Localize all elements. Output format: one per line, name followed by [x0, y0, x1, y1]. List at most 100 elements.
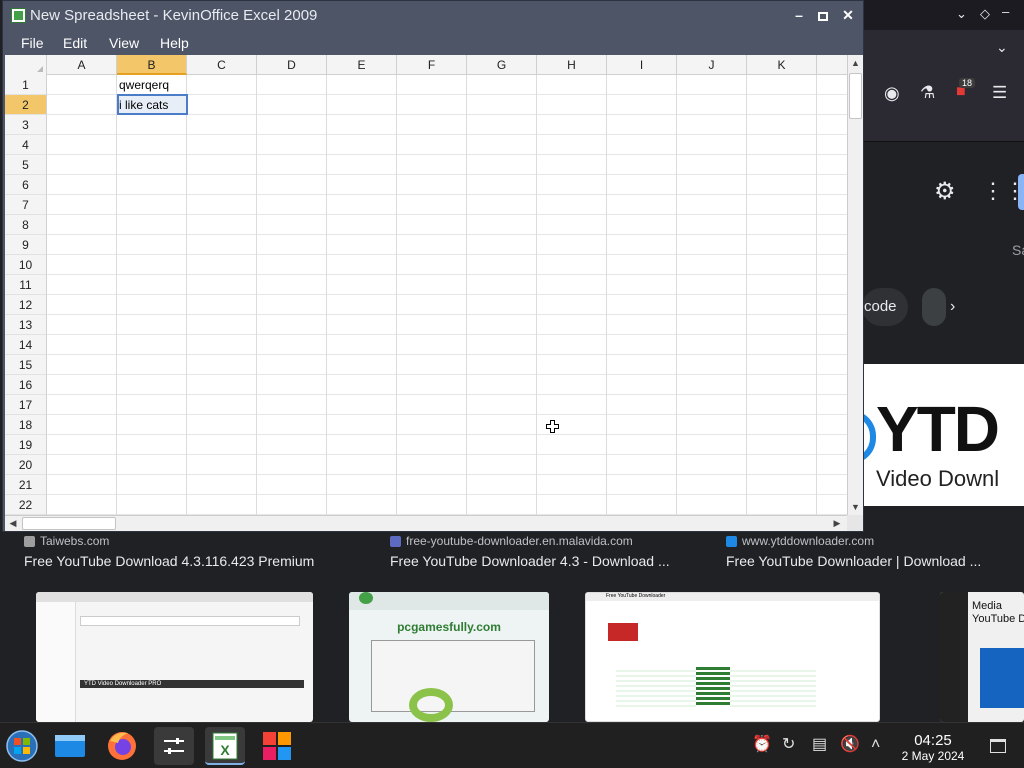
- minimize-button[interactable]: –: [788, 5, 810, 25]
- row-header-1[interactable]: 1: [5, 75, 47, 95]
- minimize-icon[interactable]: –: [1002, 5, 1009, 18]
- chevron-down-icon[interactable]: ⌄: [956, 7, 967, 20]
- settings-gear-icon[interactable]: ⚙: [934, 180, 956, 204]
- firefox-button[interactable]: [102, 727, 142, 765]
- row-header-13[interactable]: 13: [5, 315, 47, 335]
- filter-chip[interactable]: [922, 288, 946, 326]
- settings-app-button[interactable]: [154, 727, 194, 765]
- file-explorer-button[interactable]: [50, 727, 90, 765]
- result-title[interactable]: Free YouTube Download 4.3.116.423 Premiu…: [24, 553, 314, 569]
- cell-b2[interactable]: i like cats: [117, 95, 168, 115]
- result-source: Taiwebs.com: [40, 534, 110, 548]
- menu-edit[interactable]: Edit: [63, 35, 87, 51]
- column-header-f[interactable]: F: [397, 55, 467, 75]
- menu-help[interactable]: Help: [160, 35, 189, 51]
- row-header-9[interactable]: 9: [5, 235, 47, 255]
- clock-time[interactable]: 04:25: [898, 732, 968, 749]
- vertical-scrollbar[interactable]: ▲ ▼: [847, 55, 863, 515]
- tray-expand-icon[interactable]: ˄: [871, 737, 880, 753]
- volume-muted-icon[interactable]: 🔇: [840, 737, 860, 753]
- tab-list-chevron-icon[interactable]: ⌄: [996, 40, 1008, 54]
- scroll-left-arrow-icon[interactable]: ◀: [5, 516, 21, 531]
- update-icon[interactable]: ↻: [782, 737, 795, 753]
- row-header-11[interactable]: 11: [5, 275, 47, 295]
- column-header-h[interactable]: H: [537, 55, 607, 75]
- result-title[interactable]: Free YouTube Downloader | Download ...: [726, 553, 981, 569]
- ytd-banner-image[interactable]: YTD Video Downl: [864, 364, 1024, 506]
- show-desktop-icon[interactable]: [990, 739, 1006, 753]
- chevron-right-icon[interactable]: ›: [950, 298, 955, 316]
- column-header-k[interactable]: K: [747, 55, 817, 75]
- row-header-20[interactable]: 20: [5, 455, 47, 475]
- spreadsheet-icon: X: [212, 732, 238, 760]
- windows-orb-icon: [6, 730, 38, 762]
- menu-icon[interactable]: ☰: [992, 84, 1007, 101]
- select-all-corner[interactable]: [5, 55, 47, 75]
- column-header-a[interactable]: A: [47, 55, 117, 75]
- sign-in-button-edge[interactable]: [1018, 174, 1024, 210]
- search-result-3[interactable]: www.ytddownloader.com Free YouTube Downl…: [726, 532, 981, 569]
- vertical-scroll-thumb[interactable]: [849, 73, 862, 119]
- result-thumbnail-2[interactable]: pcgamesfully.com: [349, 592, 549, 722]
- row-header-17[interactable]: 17: [5, 395, 47, 415]
- cells-area[interactable]: qwerqerq i like cats: [47, 75, 847, 515]
- search-tab-partial[interactable]: Sa: [1012, 242, 1024, 258]
- row-header-15[interactable]: 15: [5, 355, 47, 375]
- scroll-up-arrow-icon[interactable]: ▲: [848, 55, 863, 71]
- close-button[interactable]: ✕: [837, 5, 859, 25]
- row-header-14[interactable]: 14: [5, 335, 47, 355]
- alarm-icon[interactable]: ⏰: [752, 737, 772, 753]
- column-header-j[interactable]: J: [677, 55, 747, 75]
- diamond-icon[interactable]: ◇: [980, 7, 990, 20]
- horizontal-scroll-thumb[interactable]: [22, 517, 116, 530]
- result-thumbnail-4[interactable]: Media YouTube D: [940, 592, 1024, 722]
- result-title[interactable]: Free YouTube Downloader 4.3 - Download .…: [390, 553, 670, 569]
- row-header-6[interactable]: 6: [5, 175, 47, 195]
- column-header-g[interactable]: G: [467, 55, 537, 75]
- row-header-19[interactable]: 19: [5, 435, 47, 455]
- row-header-3[interactable]: 3: [5, 115, 47, 135]
- row-header-10[interactable]: 10: [5, 255, 47, 275]
- search-result-1[interactable]: Taiwebs.com Free YouTube Download 4.3.11…: [24, 532, 314, 569]
- scrollbar-corner: [847, 515, 863, 531]
- column-header-c[interactable]: C: [187, 55, 257, 75]
- scroll-down-arrow-icon[interactable]: ▼: [848, 499, 863, 515]
- row-header-22[interactable]: 22: [5, 495, 47, 515]
- column-header-b[interactable]: B: [117, 55, 187, 75]
- search-result-2[interactable]: free-youtube-downloader.en.malavida.com …: [390, 532, 670, 569]
- apps-launcher-button[interactable]: [257, 727, 297, 765]
- column-header-e[interactable]: E: [327, 55, 397, 75]
- cell-b1[interactable]: qwerqerq: [117, 75, 169, 95]
- row-header-5[interactable]: 5: [5, 155, 47, 175]
- row-header-18[interactable]: 18: [5, 415, 47, 435]
- row-header-21[interactable]: 21: [5, 475, 47, 495]
- spreadsheet-taskbar-button[interactable]: X: [205, 727, 245, 765]
- spreadsheet-window[interactable]: New Spreadsheet - KevinOffice Excel 2009…: [2, 0, 864, 532]
- result-thumbnail-3[interactable]: Free YouTube Downloader: [585, 592, 880, 722]
- row-header-7[interactable]: 7: [5, 195, 47, 215]
- row-header-4[interactable]: 4: [5, 135, 47, 155]
- title-bar[interactable]: New Spreadsheet - KevinOffice Excel 2009…: [3, 1, 863, 30]
- spreadsheet-grid[interactable]: A B C D E F G H I J K 1 2 3 4 5 6 7 8 9 …: [5, 55, 847, 515]
- clock-date[interactable]: 2 May 2024: [893, 749, 973, 763]
- row-header-8[interactable]: 8: [5, 215, 47, 235]
- add-icon: [359, 592, 373, 604]
- extensions-icon[interactable]: ⚗: [920, 84, 935, 101]
- maximize-button[interactable]: [812, 5, 834, 25]
- result-source: www.ytddownloader.com: [742, 534, 875, 548]
- horizontal-scrollbar[interactable]: ◀ ▶: [5, 515, 847, 531]
- column-header-d[interactable]: D: [257, 55, 327, 75]
- clipboard-icon[interactable]: ▤: [812, 737, 827, 753]
- thumb-header: YTD Video Downloader PRO: [80, 680, 304, 688]
- account-icon[interactable]: ◉: [884, 84, 900, 102]
- filter-chip-code[interactable]: code: [862, 288, 908, 326]
- column-header-i[interactable]: I: [607, 55, 677, 75]
- start-button[interactable]: [2, 727, 42, 765]
- menu-view[interactable]: View: [109, 35, 139, 51]
- scroll-right-arrow-icon[interactable]: ▶: [829, 516, 845, 531]
- row-header-12[interactable]: 12: [5, 295, 47, 315]
- menu-file[interactable]: File: [21, 35, 44, 51]
- row-header-2[interactable]: 2: [5, 95, 47, 115]
- result-thumbnail-1[interactable]: YTD Video Downloader PRO: [36, 592, 313, 722]
- row-header-16[interactable]: 16: [5, 375, 47, 395]
